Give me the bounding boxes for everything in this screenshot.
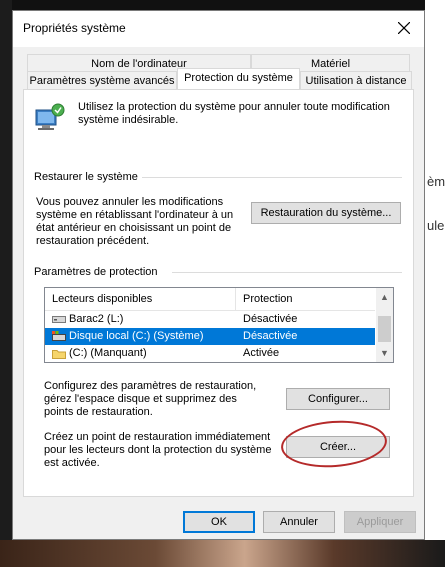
protection-group-label: Paramètres de protection: [34, 266, 158, 278]
scroll-up-icon[interactable]: ▲: [380, 292, 389, 302]
list-header: Lecteurs disponibles Protection: [45, 288, 375, 311]
scroll-thumb[interactable]: [378, 316, 391, 342]
close-button[interactable]: [390, 15, 418, 41]
list-item[interactable]: Barac2 (L:) Désactivée: [45, 311, 375, 328]
column-divider[interactable]: [235, 288, 236, 310]
list-scrollbar[interactable]: ▲ ▼: [376, 288, 393, 362]
system-restore-button[interactable]: Restauration du système...: [251, 202, 401, 224]
configure-description: Configurez des paramètres de restauratio…: [44, 380, 257, 418]
drive-name: (C:) (Manquant): [69, 347, 147, 359]
drive-name: Barac2 (L:): [69, 313, 124, 325]
cancel-button[interactable]: Annuler: [263, 511, 335, 533]
ok-button[interactable]: OK: [183, 511, 255, 533]
background-text-fragment: èm: [427, 174, 445, 189]
system-properties-dialog: Propriétés système Nom de l'ordinateur M…: [12, 10, 425, 540]
drive-status: Désactivée: [243, 330, 298, 342]
background-photo: [0, 540, 445, 567]
drive-status: Activée: [243, 347, 280, 359]
drives-list[interactable]: Lecteurs disponibles Protection Barac2 (…: [44, 287, 394, 363]
column-header-protection[interactable]: Protection: [243, 293, 293, 305]
group-divider: [172, 272, 402, 273]
tab-advanced-settings[interactable]: Paramètres système avancés: [27, 71, 177, 89]
list-item-selected[interactable]: Disque local (C:) (Système) Désactivée: [45, 328, 375, 345]
background-window: èm ule: [425, 0, 445, 567]
tab-system-protection[interactable]: Protection du système: [177, 68, 300, 89]
restore-description: Vous pouvez annuler les modifications sy…: [36, 196, 234, 247]
restore-group-label: Restaurer le système: [34, 171, 138, 183]
configure-button[interactable]: Configurer...: [286, 388, 390, 410]
intro-text: Utilisez la protection du système pour a…: [78, 101, 390, 126]
background-left: [0, 0, 12, 567]
drive-icon: [52, 316, 66, 324]
background-text-fragment: ule: [427, 218, 445, 233]
system-drive-icon: [52, 330, 66, 341]
tab-remote-usage[interactable]: Utilisation à distance: [300, 71, 412, 89]
title-bar: Propriétés système: [13, 11, 424, 47]
system-protection-icon: [35, 103, 65, 130]
window-title: Propriétés système: [23, 21, 126, 35]
scroll-down-icon[interactable]: ▼: [380, 348, 389, 358]
folder-drive-icon: [52, 349, 66, 359]
list-item[interactable]: (C:) (Manquant) Activée: [45, 345, 375, 362]
apply-button[interactable]: Appliquer: [344, 511, 416, 533]
create-description: Créez un point de restauration immédiate…: [44, 431, 272, 469]
group-divider: [142, 177, 402, 178]
column-header-drives[interactable]: Lecteurs disponibles: [52, 293, 152, 305]
close-icon: [398, 22, 410, 34]
drive-status: Désactivée: [243, 313, 298, 325]
drive-name: Disque local (C:) (Système): [69, 330, 204, 342]
